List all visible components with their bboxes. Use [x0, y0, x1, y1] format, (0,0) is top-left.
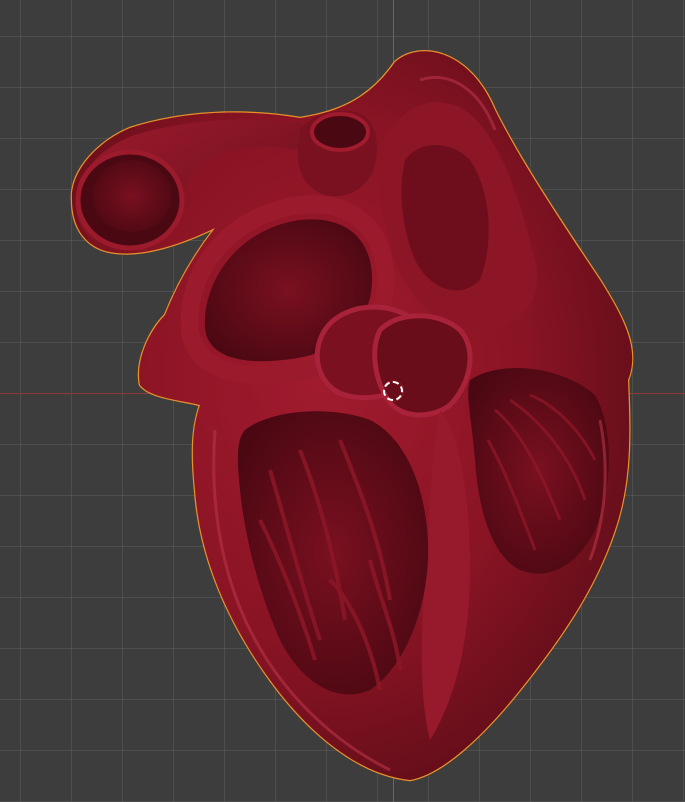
heart-model[interactable] — [0, 0, 685, 802]
vessel-lumen — [92, 160, 172, 232]
3d-viewport[interactable] — [0, 0, 685, 802]
3d-cursor-icon[interactable] — [383, 381, 403, 401]
pulmonary-opening — [310, 112, 370, 152]
